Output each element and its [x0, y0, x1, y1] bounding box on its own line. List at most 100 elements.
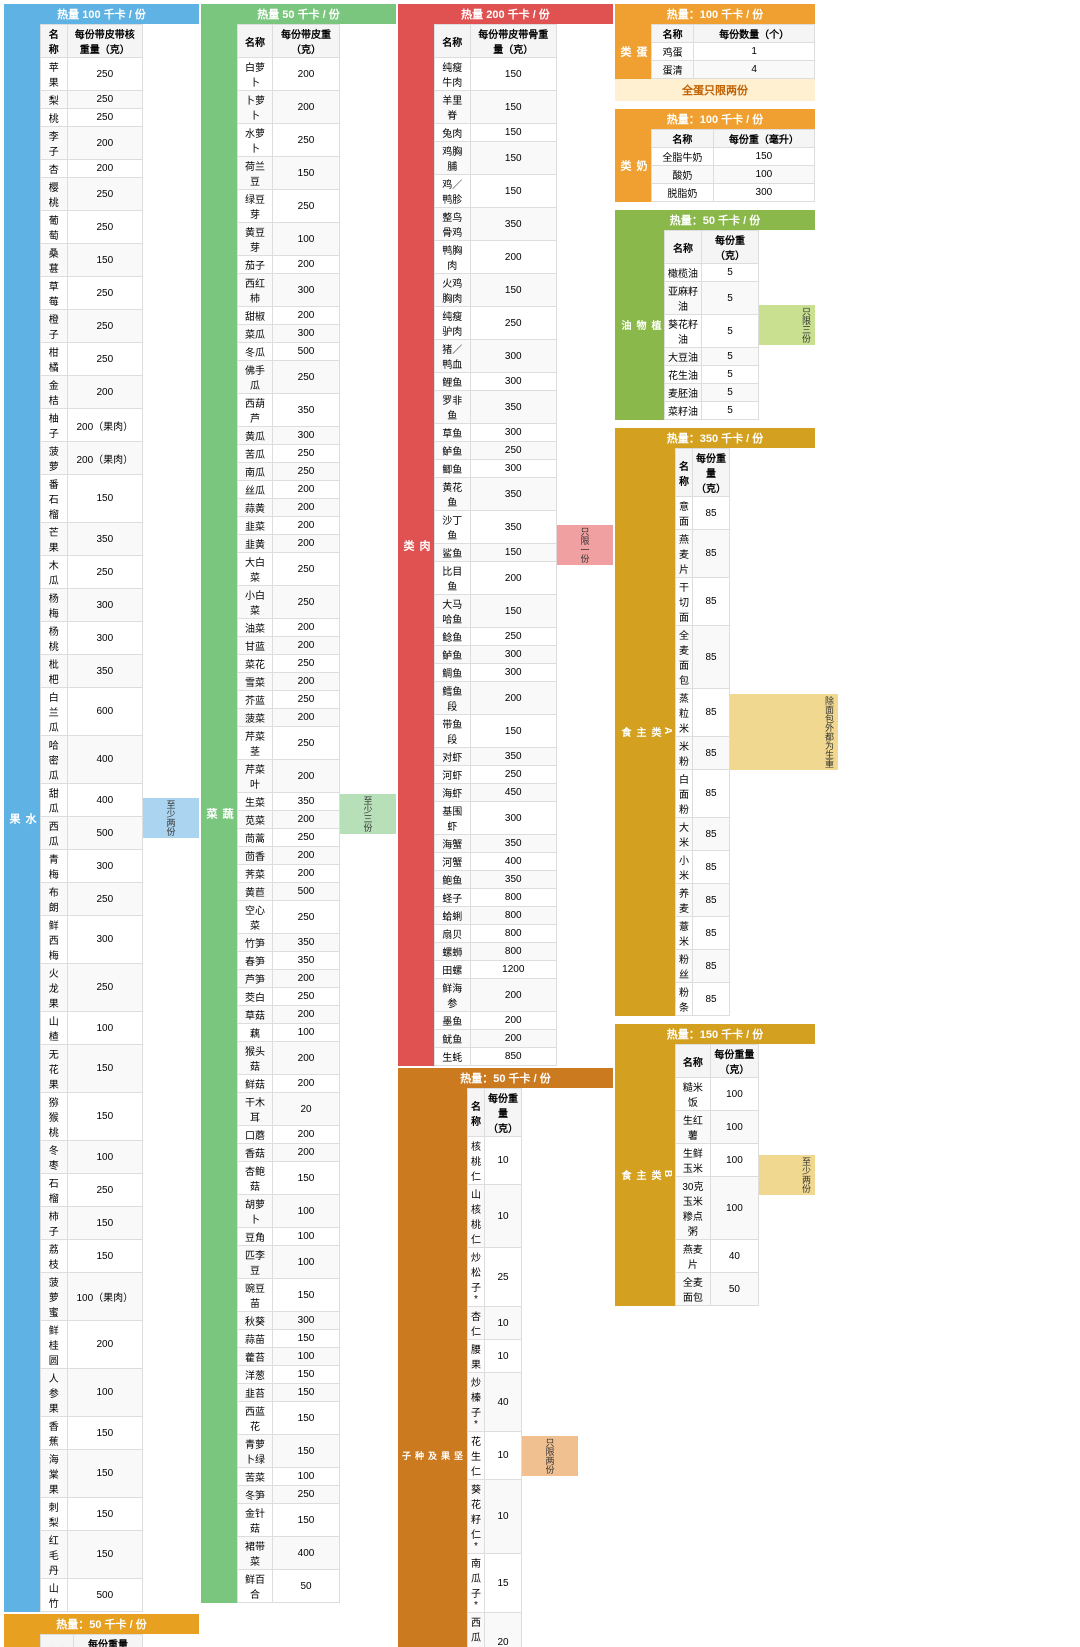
item-name: 鲜百合 [238, 1570, 273, 1603]
meat-category-label: 肉类 [398, 24, 434, 1066]
item-name: 韭菜 [238, 517, 273, 535]
item-weight: 250 [273, 829, 340, 847]
table-row: 菠菜200 [238, 709, 340, 727]
table-row: 蒜黄200 [238, 499, 340, 517]
item-name: 鲈鱼 [435, 646, 471, 664]
item-weight: 250 [273, 463, 340, 481]
table-row: 草鱼300 [435, 424, 557, 442]
item-name: 西瓜 [41, 817, 68, 850]
item-weight: 350 [470, 835, 556, 853]
table-row: 杨桃300 [41, 622, 143, 655]
item-weight: 250 [67, 109, 142, 127]
item-weight: 250 [67, 964, 142, 1012]
table-row: 荷兰豆150 [238, 157, 340, 190]
table-row: 石榴250 [41, 1174, 143, 1207]
item-name: 田螺 [435, 961, 471, 979]
item-name: 黄花鱼 [435, 478, 471, 511]
item-weight: 350 [273, 394, 340, 427]
table-row: 鲨鱼150 [435, 544, 557, 562]
item-weight: 150 [470, 544, 556, 562]
item-weight: 200 [273, 970, 340, 988]
table-row: 花生油5 [665, 366, 759, 384]
nuts-table-wrapper: 坚果及种子 名称 每份重量（克） 核桃仁10山核桃仁10炒松子 *25杏仁10腰… [398, 1088, 613, 1647]
table-row: 鸭胸肉200 [435, 241, 557, 274]
table-row: 海虾450 [435, 784, 557, 802]
item-name: 酸奶 [652, 166, 714, 184]
table-row: 比目鱼200 [435, 562, 557, 595]
item-weight: 150 [67, 1450, 142, 1498]
item-name: 亚麻籽油 [665, 282, 702, 315]
item-name: 干切面 [676, 578, 693, 626]
item-weight: 200 [273, 499, 340, 517]
nuts-col2: 每份重量（克） [485, 1089, 522, 1137]
item-name: 菜籽油 [665, 402, 702, 420]
item-weight: 350 [470, 511, 556, 544]
table-row: 生菜350 [238, 793, 340, 811]
table-row: 养麦85 [676, 884, 730, 917]
item-weight: 400 [67, 736, 142, 784]
grain-a-title: 热量：350 千卡 / 份 [615, 428, 815, 448]
table-row: 带鱼段150 [435, 715, 557, 748]
item-name: 韭苔 [238, 1384, 273, 1402]
table-row: 水萝卜250 [238, 124, 340, 157]
item-weight: 300 [470, 802, 556, 835]
item-weight: 500 [273, 343, 340, 361]
table-row: 芒果350 [41, 523, 143, 556]
table-row: 鲈鱼300 [435, 646, 557, 664]
table-row: 布朗250 [41, 883, 143, 916]
item-weight: 200 [273, 619, 340, 637]
table-row: 薏米85 [676, 917, 730, 950]
table-row: 青梅300 [41, 850, 143, 883]
item-weight: 250 [273, 445, 340, 463]
item-weight: 250 [67, 178, 142, 211]
egg-table: 名称 每份数量（个） 鸡蛋1蛋清4 [651, 24, 815, 79]
item-name: 草鱼 [435, 424, 471, 442]
item-name: 粉丝 [676, 950, 693, 983]
item-name: 鲫鱼 [435, 460, 471, 478]
item-name: 布朗 [41, 883, 68, 916]
table-row: 西蓝花150 [238, 1402, 340, 1435]
item-weight: 300 [67, 589, 142, 622]
item-name: 甜椒 [238, 307, 273, 325]
item-weight: 250 [67, 310, 142, 343]
item-weight: 250 [273, 901, 340, 934]
grain-a-table: 名称 每份重量（克） 意面85燕麦片85干切面85全麦面包85蒸粒米85米粉85… [675, 448, 730, 1016]
item-name: 绿豆芽 [238, 190, 273, 223]
item-weight: 10 [485, 1307, 522, 1340]
item-weight: 150 [273, 1366, 340, 1384]
item-weight: 200 [273, 673, 340, 691]
table-row: 梨250 [41, 91, 143, 109]
table-row: 海棠果150 [41, 1450, 143, 1498]
table-row: 意面85 [676, 497, 730, 530]
item-weight: 85 [693, 737, 730, 770]
table-row: 韭菜200 [238, 517, 340, 535]
item-name: 猕猴桃 [41, 1093, 68, 1141]
grain-b-table-container: 名称 每份重量（克） 糙米饭100生红薯100生鲜玉米10030克玉米糁点粥10… [675, 1044, 759, 1306]
table-row: 蒸粒米85 [676, 689, 730, 737]
item-name: 空心菜 [238, 901, 273, 934]
item-name: 海虾 [435, 784, 471, 802]
item-name: 茼蒿 [238, 829, 273, 847]
item-name: 大米 [676, 818, 693, 851]
item-weight: 200 [273, 847, 340, 865]
table-row: 茄子200 [238, 256, 340, 274]
nuts-note-side: 只限两份 [522, 1088, 578, 1647]
grain-a-note-side: 除面包外都为生重 [730, 448, 838, 1016]
item-name: 无花果 [41, 1045, 68, 1093]
table-row: 柑橘250 [41, 343, 143, 376]
table-row: 口蘑200 [238, 1126, 340, 1144]
bean-category-label: 豆类 [4, 1634, 40, 1647]
meat-col1: 名称 [435, 25, 471, 58]
item-weight: 100 [713, 166, 814, 184]
item-weight: 150 [67, 244, 142, 277]
grain-a-note-label: 除面包外都为生重 [730, 694, 838, 770]
table-row: 杨梅300 [41, 589, 143, 622]
item-weight: 250 [67, 58, 142, 91]
item-weight: 1 [694, 43, 815, 61]
item-weight: 25 [485, 1248, 522, 1307]
table-row: 橙子250 [41, 310, 143, 343]
egg-table-wrapper: 蛋类 名称 每份数量（个） 鸡蛋1蛋清4 [615, 24, 815, 79]
item-weight: 150 [67, 1240, 142, 1273]
item-name: 丝瓜 [238, 481, 273, 499]
item-name: 炒松子 * [468, 1248, 485, 1307]
